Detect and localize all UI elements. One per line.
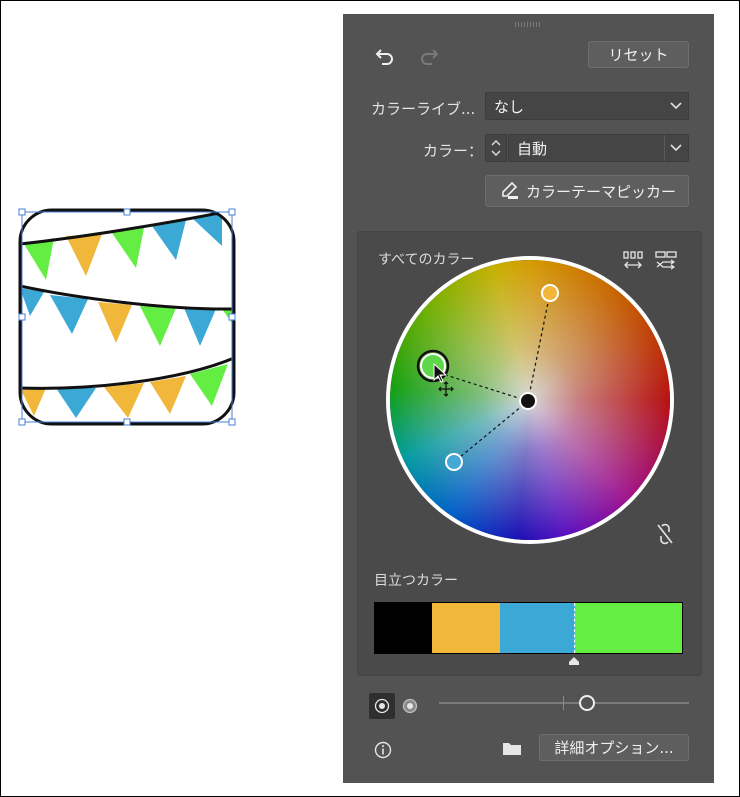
harmony-markers — [416, 284, 559, 471]
harmony-marker[interactable] — [445, 453, 463, 471]
color-select[interactable]: 自動 — [508, 134, 689, 162]
swatch-divider-handle[interactable] — [568, 656, 580, 666]
eyedropper-icon — [502, 181, 518, 199]
color-library-value: なし — [494, 97, 525, 116]
info-icon[interactable] — [371, 738, 395, 762]
unlink-icon[interactable] — [653, 521, 677, 547]
chevron-down-icon — [670, 102, 682, 110]
panel-grip[interactable] — [515, 22, 541, 27]
recolor-panel: リセット カラーライブ... なし カラー： 自動 カラーテーマピッカー すべて… — [343, 14, 714, 783]
slider-track[interactable] — [439, 702, 689, 704]
color-theme-picker-button[interactable]: カラーテーマピッカー — [485, 175, 689, 207]
brightness-mode-button[interactable] — [397, 693, 423, 719]
swatch-blue[interactable] — [500, 603, 575, 653]
slider-tick — [563, 696, 564, 710]
swatch-black[interactable] — [375, 603, 432, 653]
undo-icon[interactable] — [371, 44, 399, 68]
folder-icon[interactable] — [499, 736, 525, 760]
color-library-select[interactable]: なし — [485, 92, 689, 120]
reset-button[interactable]: リセット — [588, 41, 689, 68]
color-theme-picker-label: カラーテーマピッカー — [526, 182, 677, 201]
color-stepper[interactable] — [485, 134, 507, 162]
harmony-marker[interactable] — [541, 284, 559, 302]
bunting-artwork[interactable] — [16, 206, 238, 428]
color-label: カラー： — [423, 142, 484, 160]
chevron-down-icon — [670, 144, 682, 152]
color-library-label: カラーライブ... — [371, 100, 476, 118]
slider-thumb[interactable] — [579, 695, 595, 711]
redo-icon[interactable] — [415, 44, 443, 68]
base-color-marker[interactable] — [519, 392, 537, 410]
saturation-mode-button[interactable] — [369, 693, 395, 719]
swatch-yellow[interactable] — [432, 603, 500, 653]
advanced-options-button[interactable]: 詳細オプション... — [539, 734, 689, 761]
color-value: 自動 — [517, 139, 548, 158]
swatch-green[interactable] — [575, 603, 682, 653]
prominent-colors-label: 目立つカラー — [374, 573, 458, 589]
prominent-colors-bar[interactable] — [374, 602, 683, 654]
